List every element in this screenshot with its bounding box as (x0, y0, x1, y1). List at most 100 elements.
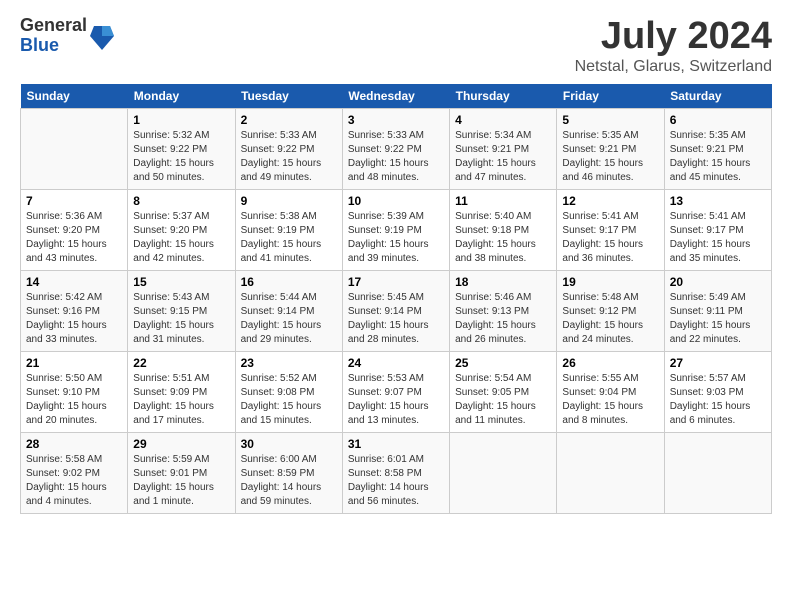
day-info: Sunrise: 5:57 AM Sunset: 9:03 PM Dayligh… (670, 372, 766, 428)
day-info: Sunrise: 5:48 AM Sunset: 9:12 PM Dayligh… (562, 291, 658, 347)
day-info: Sunrise: 5:36 AM Sunset: 9:20 PM Dayligh… (26, 210, 122, 266)
calendar-cell: 2Sunrise: 5:33 AM Sunset: 9:22 PM Daylig… (235, 108, 342, 189)
day-number: 11 (455, 194, 551, 208)
calendar-cell: 26 Sunrise: 5:55 AM Sunset: 9:04 PM Dayli… (557, 351, 664, 432)
day-number: 16 (241, 275, 337, 289)
day-info: Sunrise: 5:32 AM Sunset: 9:22 PM Dayligh… (133, 129, 229, 185)
day-number: 9 (241, 194, 337, 208)
calendar-cell: 6 Sunrise: 5:35 AM Sunset: 9:21 PM Daylig… (664, 108, 771, 189)
day-info: Sunrise: 5:35 AM Sunset: 9:21 PM Dayligh… (670, 129, 766, 185)
day-info: Sunrise: 5:44 AM Sunset: 9:14 PM Dayligh… (241, 291, 337, 347)
calendar-cell: 29 Sunrise: 5:59 AM Sunset: 9:01 PM Dayli… (128, 432, 235, 513)
day-number: 7 (26, 194, 122, 208)
day-info: Sunrise: 5:59 AM Sunset: 9:01 PM Dayligh… (133, 453, 229, 509)
day-number: 8 (133, 194, 229, 208)
day-number: 3 (348, 113, 444, 127)
subtitle: Netstal, Glarus, Switzerland (575, 58, 772, 76)
calendar-cell: 4Sunrise: 5:34 AM Sunset: 9:21 PM Daylig… (450, 108, 557, 189)
day-info: Sunrise: 5:46 AM Sunset: 9:13 PM Dayligh… (455, 291, 551, 347)
day-number: 4 (455, 113, 551, 127)
day-number: 20 (670, 275, 766, 289)
day-number: 14 (26, 275, 122, 289)
calendar-cell: 20 Sunrise: 5:49 AM Sunset: 9:11 PM Dayli… (664, 270, 771, 351)
day-number: 23 (241, 356, 337, 370)
weekday-header-wednesday: Wednesday (342, 84, 449, 109)
calendar-cell (557, 432, 664, 513)
main-title: July 2024 (575, 16, 772, 58)
day-info: Sunrise: 5:45 AM Sunset: 9:14 PM Dayligh… (348, 291, 444, 347)
day-number: 31 (348, 437, 444, 451)
week-row-3: 14 Sunrise: 5:42 AM Sunset: 9:16 PM Dayli… (21, 270, 772, 351)
day-number: 15 (133, 275, 229, 289)
day-info: Sunrise: 5:54 AM Sunset: 9:05 PM Dayligh… (455, 372, 551, 428)
day-number: 18 (455, 275, 551, 289)
calendar-cell: 12 Sunrise: 5:41 AM Sunset: 9:17 PM Dayli… (557, 189, 664, 270)
day-number: 27 (670, 356, 766, 370)
logo-general: General (20, 16, 87, 36)
day-info: Sunrise: 5:51 AM Sunset: 9:09 PM Dayligh… (133, 372, 229, 428)
day-info: Sunrise: 5:35 AM Sunset: 9:21 PM Dayligh… (562, 129, 658, 185)
day-info: Sunrise: 5:39 AM Sunset: 9:19 PM Dayligh… (348, 210, 444, 266)
day-number: 10 (348, 194, 444, 208)
day-info: Sunrise: 5:52 AM Sunset: 9:08 PM Dayligh… (241, 372, 337, 428)
calendar-cell (21, 108, 128, 189)
day-info: Sunrise: 5:33 AM Sunset: 9:22 PM Dayligh… (348, 129, 444, 185)
week-row-1: 1 Sunrise: 5:32 AM Sunset: 9:22 PM Daylig… (21, 108, 772, 189)
day-number: 6 (670, 113, 766, 127)
calendar-cell: 21Sunrise: 5:50 AM Sunset: 9:10 PM Dayli… (21, 351, 128, 432)
day-info: Sunrise: 5:50 AM Sunset: 9:10 PM Dayligh… (26, 372, 122, 428)
calendar-cell: 15 Sunrise: 5:43 AM Sunset: 9:15 PM Dayli… (128, 270, 235, 351)
day-info: Sunrise: 5:38 AM Sunset: 9:19 PM Dayligh… (241, 210, 337, 266)
day-number: 13 (670, 194, 766, 208)
day-info: Sunrise: 5:41 AM Sunset: 9:17 PM Dayligh… (670, 210, 766, 266)
calendar-cell: 11Sunrise: 5:40 AM Sunset: 9:18 PM Dayli… (450, 189, 557, 270)
day-info: Sunrise: 5:49 AM Sunset: 9:11 PM Dayligh… (670, 291, 766, 347)
calendar-cell: 9 Sunrise: 5:38 AM Sunset: 9:19 PM Daylig… (235, 189, 342, 270)
day-info: Sunrise: 5:58 AM Sunset: 9:02 PM Dayligh… (26, 453, 122, 509)
day-number: 1 (133, 113, 229, 127)
page: General Blue July 2024 Netstal, Glarus, … (0, 0, 792, 524)
day-number: 2 (241, 113, 337, 127)
day-number: 29 (133, 437, 229, 451)
calendar-cell: 3 Sunrise: 5:33 AM Sunset: 9:22 PM Daylig… (342, 108, 449, 189)
calendar-cell: 5 Sunrise: 5:35 AM Sunset: 9:21 PM Daylig… (557, 108, 664, 189)
calendar-cell: 1 Sunrise: 5:32 AM Sunset: 9:22 PM Daylig… (128, 108, 235, 189)
calendar-cell: 24 Sunrise: 5:53 AM Sunset: 9:07 PM Dayli… (342, 351, 449, 432)
day-number: 26 (562, 356, 658, 370)
calendar-cell: 16 Sunrise: 5:44 AM Sunset: 9:14 PM Dayli… (235, 270, 342, 351)
day-info: Sunrise: 5:53 AM Sunset: 9:07 PM Dayligh… (348, 372, 444, 428)
calendar-cell: 30Sunrise: 6:00 AM Sunset: 8:59 PM Dayli… (235, 432, 342, 513)
day-number: 30 (241, 437, 337, 451)
calendar-cell (450, 432, 557, 513)
calendar-cell: 23 Sunrise: 5:52 AM Sunset: 9:08 PM Dayli… (235, 351, 342, 432)
day-number: 17 (348, 275, 444, 289)
weekday-header-monday: Monday (128, 84, 235, 109)
day-info: Sunrise: 5:42 AM Sunset: 9:16 PM Dayligh… (26, 291, 122, 347)
day-number: 24 (348, 356, 444, 370)
header: General Blue July 2024 Netstal, Glarus, … (20, 16, 772, 76)
title-block: July 2024 Netstal, Glarus, Switzerland (575, 16, 772, 76)
logo-icon (90, 22, 114, 50)
calendar-cell: 25 Sunrise: 5:54 AM Sunset: 9:05 PM Dayli… (450, 351, 557, 432)
week-row-4: 21Sunrise: 5:50 AM Sunset: 9:10 PM Dayli… (21, 351, 772, 432)
weekday-header-row: SundayMondayTuesdayWednesdayThursdayFrid… (21, 84, 772, 109)
calendar-table: SundayMondayTuesdayWednesdayThursdayFrid… (20, 84, 772, 514)
calendar-cell: 22 Sunrise: 5:51 AM Sunset: 9:09 PM Dayli… (128, 351, 235, 432)
logo-text: General Blue (20, 16, 87, 56)
day-number: 22 (133, 356, 229, 370)
weekday-header-tuesday: Tuesday (235, 84, 342, 109)
calendar-cell: 31 Sunrise: 6:01 AM Sunset: 8:58 PM Dayli… (342, 432, 449, 513)
day-info: Sunrise: 5:41 AM Sunset: 9:17 PM Dayligh… (562, 210, 658, 266)
day-info: Sunrise: 5:43 AM Sunset: 9:15 PM Dayligh… (133, 291, 229, 347)
day-number: 5 (562, 113, 658, 127)
week-row-5: 28Sunrise: 5:58 AM Sunset: 9:02 PM Dayli… (21, 432, 772, 513)
day-number: 12 (562, 194, 658, 208)
calendar-cell: 17 Sunrise: 5:45 AM Sunset: 9:14 PM Dayli… (342, 270, 449, 351)
calendar-cell: 27 Sunrise: 5:57 AM Sunset: 9:03 PM Dayli… (664, 351, 771, 432)
calendar-cell (664, 432, 771, 513)
day-info: Sunrise: 5:55 AM Sunset: 9:04 PM Dayligh… (562, 372, 658, 428)
calendar-cell: 18 Sunrise: 5:46 AM Sunset: 9:13 PM Dayli… (450, 270, 557, 351)
day-number: 25 (455, 356, 551, 370)
day-number: 19 (562, 275, 658, 289)
day-info: Sunrise: 6:01 AM Sunset: 8:58 PM Dayligh… (348, 453, 444, 509)
